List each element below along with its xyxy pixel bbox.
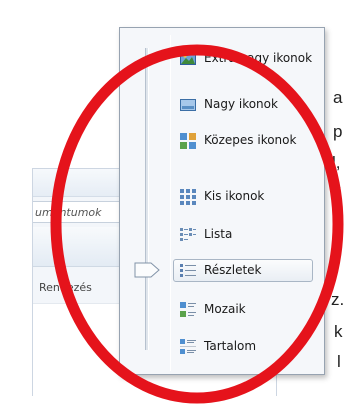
medium-icons-icon bbox=[180, 133, 196, 149]
page-text-fragment: a bbox=[333, 88, 343, 107]
small-icons-icon bbox=[180, 189, 196, 205]
page-text-fragment: t bbox=[336, 181, 341, 200]
view-slider-track[interactable] bbox=[145, 48, 149, 350]
menu-item-label: Tartalom bbox=[204, 339, 257, 353]
large-icons-icon bbox=[180, 99, 196, 111]
menu-item-content[interactable]: Tartalom bbox=[178, 336, 322, 358]
menu-item-label: Mozaik bbox=[204, 302, 246, 316]
tiles-icon bbox=[180, 302, 196, 317]
view-slider-thumb[interactable] bbox=[134, 262, 160, 278]
list-icon bbox=[180, 228, 196, 241]
content-icon bbox=[180, 339, 196, 354]
menu-item-label: Részletek bbox=[204, 263, 262, 277]
menu-item-label: Extra nagy ikonok bbox=[204, 51, 313, 65]
page-text-fragment: l bbox=[337, 352, 341, 371]
menu-item-large-icons[interactable]: Nagy ikonok bbox=[178, 94, 322, 116]
menu-item-medium-icons[interactable]: Közepes ikonok bbox=[178, 130, 322, 152]
menu-item-list[interactable]: Lista bbox=[178, 224, 322, 246]
menu-item-label: Nagy ikonok bbox=[204, 97, 278, 111]
menu-item-small-icons[interactable]: Kis ikonok bbox=[178, 186, 322, 208]
menu-item-label: Lista bbox=[204, 227, 233, 241]
menu-item-label: Kis ikonok bbox=[204, 189, 265, 203]
extra-large-icons-icon bbox=[180, 52, 196, 65]
page-text-fragment: k bbox=[334, 322, 343, 341]
menu-item-label: Közepes ikonok bbox=[204, 133, 297, 147]
page-text-fragment: l, bbox=[332, 153, 341, 172]
menu-item-extra-large-icons[interactable]: Extra nagy ikonok bbox=[178, 48, 322, 70]
page-text-fragment: p bbox=[333, 122, 343, 141]
page-text-fragment: z. bbox=[331, 290, 345, 309]
details-icon bbox=[180, 264, 196, 277]
menu-item-details[interactable]: Részletek bbox=[173, 259, 313, 282]
menu-item-tiles[interactable]: Mozaik bbox=[178, 299, 322, 321]
menu-separator bbox=[170, 35, 171, 371]
